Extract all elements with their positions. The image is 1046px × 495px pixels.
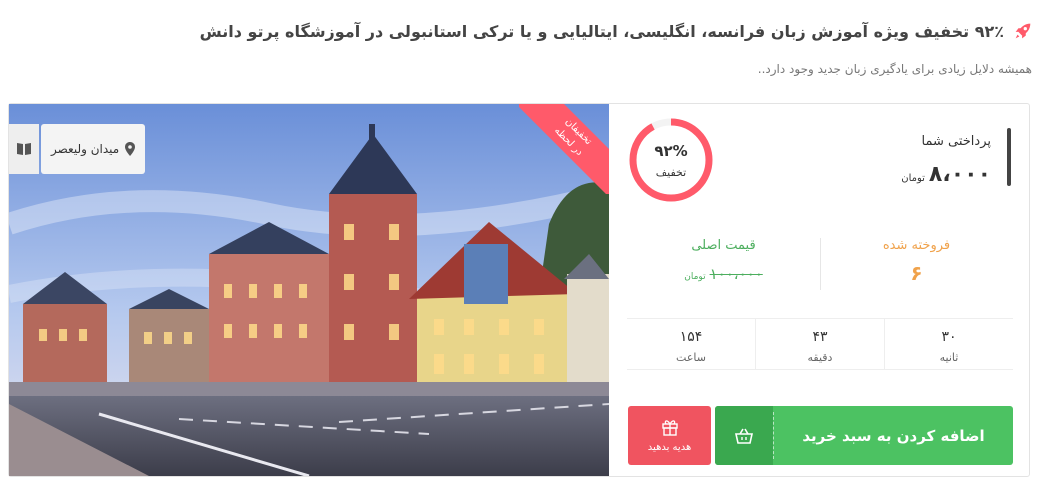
pay-label: پرداختی شما (921, 134, 992, 149)
original-price-label: قیمت اصلی (691, 238, 756, 253)
original-price-unit: تومان (684, 272, 706, 282)
discount-percent: ۹۲% (654, 142, 688, 160)
sold-stat: فروخته شده ۶ (820, 238, 1013, 285)
stats-divider (820, 238, 821, 290)
countdown-timer: ۳۰ ثانیه ۴۳ دقیقه ۱۵۴ ساعت (627, 318, 1013, 370)
gift-icon (661, 420, 678, 436)
deal-photo[interactable]: میدان ولیعصر تخفیفان در لحظه (9, 104, 609, 476)
timer-seconds: ۳۰ ثانیه (884, 319, 1013, 369)
map-pin-icon (125, 142, 136, 156)
deal-card: میدان ولیعصر تخفیفان در لحظه پرداختی شما… (8, 103, 1030, 477)
timer-seconds-value: ۳۰ (941, 329, 957, 345)
pay-accent-bar (1007, 128, 1011, 186)
original-price-value: ۱۰۰،۰۰۰ (709, 265, 763, 283)
gift-button[interactable]: هدیه بدهید (628, 406, 711, 465)
location-chip[interactable]: میدان ولیعصر (41, 124, 146, 174)
timer-seconds-label: ثانیه (939, 351, 959, 364)
add-to-cart-button[interactable]: اضافه کردن به سبد خرید (715, 406, 1013, 465)
flash-deal-ribbon: تخفیفان در لحظه (519, 104, 609, 194)
timer-minutes-label: دقیقه (807, 351, 833, 364)
timer-minutes-value: ۴۳ (812, 329, 828, 345)
deal-title-row: ۹۲٪ تخفیف ویژه آموزش زبان فرانسه، انگلیس… (10, 20, 1034, 42)
book-button[interactable] (9, 124, 39, 174)
rocket-icon (1015, 23, 1031, 39)
sold-count: ۶ (910, 261, 923, 285)
location-label: میدان ولیعصر (51, 142, 120, 156)
pay-amount: ۸،۰۰۰ تومان (901, 162, 991, 187)
timer-hours-value: ۱۵۴ (679, 329, 703, 345)
basket-icon (735, 428, 753, 444)
discount-label: تخفیف (655, 166, 687, 179)
add-to-cart-label: اضافه کردن به سبد خرید (802, 426, 985, 445)
sold-label: فروخته شده (882, 238, 951, 253)
timer-hours-label: ساعت (676, 351, 706, 364)
timer-hours: ۱۵۴ ساعت (627, 319, 755, 369)
deal-subtitle: همیشه دلایل زیادی برای یادگیری زبان جدید… (757, 62, 1032, 76)
book-icon (17, 143, 31, 155)
discount-ring (629, 118, 713, 202)
add-to-cart-separator (773, 412, 774, 459)
deal-stats: فروخته شده ۶ قیمت اصلی ۱۰۰،۰۰۰ تومان (627, 238, 1013, 294)
basket-icon-box (715, 406, 773, 465)
price-panel: پرداختی شما ۸،۰۰۰ تومان ۹۲% تخفیف فروخته… (609, 104, 1029, 476)
gift-label: هدیه بدهید (647, 442, 692, 453)
pay-amount-unit: تومان (901, 173, 925, 184)
timer-minutes: ۴۳ دقیقه (755, 319, 884, 369)
deal-title: ۹۲٪ تخفیف ویژه آموزش زبان فرانسه، انگلیس… (199, 21, 1004, 41)
original-price-stat: قیمت اصلی ۱۰۰،۰۰۰ تومان (627, 238, 820, 283)
pay-amount-value: ۸،۰۰۰ (928, 162, 991, 187)
